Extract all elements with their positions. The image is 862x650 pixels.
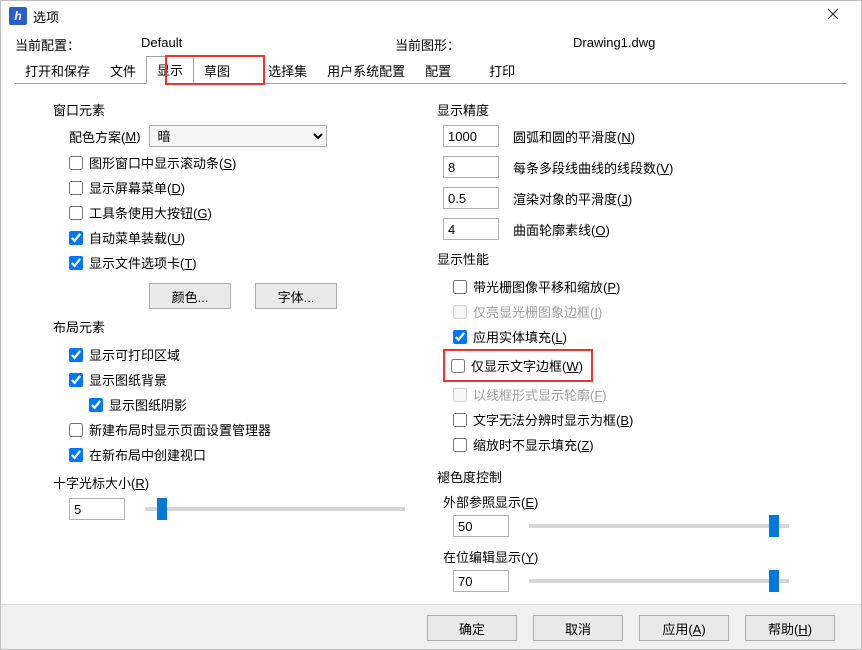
fade-label: 褪色度控制 bbox=[437, 467, 847, 486]
apply-button[interactable]: 应用(A) bbox=[639, 615, 729, 641]
crosshair-label: 十字光标大小(R) bbox=[53, 473, 425, 492]
close-button[interactable] bbox=[813, 2, 853, 30]
drawing-value: Drawing1.dwg bbox=[573, 35, 827, 54]
cb-file-tabs[interactable]: 显示文件选项卡(T) bbox=[69, 250, 425, 275]
xref-label: 外部参照显示(E) bbox=[443, 492, 847, 511]
tab-config[interactable]: 配置 bbox=[415, 58, 461, 84]
cb-text-frame[interactable]: 仅显示文字边框(W) bbox=[451, 353, 583, 378]
tab-selection[interactable]: 选择集 bbox=[258, 58, 317, 84]
cb-layout-vp[interactable]: 在新布局中创建视口 bbox=[69, 442, 425, 467]
crosshair-slider[interactable] bbox=[145, 507, 405, 511]
cb-layout-bg[interactable]: 显示图纸背景 bbox=[69, 367, 425, 392]
help-button[interactable]: 帮助(H) bbox=[745, 615, 835, 641]
inplace-input[interactable] bbox=[453, 570, 509, 592]
cb-layout-mgr[interactable]: 新建布局时显示页面设置管理器 bbox=[69, 417, 425, 442]
cb-wire-frame: 以线框形式显示轮廓(F) bbox=[453, 382, 847, 407]
cb-auto-menu[interactable]: 自动菜单装载(U) bbox=[69, 225, 425, 250]
colors-button[interactable]: 颜色... bbox=[149, 283, 231, 309]
crosshair-input[interactable] bbox=[69, 498, 125, 520]
tab-user[interactable]: 用户系统配置 bbox=[317, 58, 415, 84]
tab-print[interactable]: 打印 bbox=[479, 58, 525, 84]
cb-raster-frame: 仅亮显光栅图象边框(I) bbox=[453, 299, 847, 324]
tab-open-save[interactable]: 打开和保存 bbox=[15, 58, 100, 84]
cb-large-buttons[interactable]: 工具条使用大按钮(G) bbox=[69, 200, 425, 225]
surface-contour-label: 曲面轮廓素线(O) bbox=[513, 220, 610, 239]
polyline-seg-input[interactable] bbox=[443, 156, 499, 178]
render-smooth-input[interactable] bbox=[443, 187, 499, 209]
perf-label: 显示性能 bbox=[437, 249, 847, 268]
arc-smooth-input[interactable] bbox=[443, 125, 499, 147]
fonts-button[interactable]: 字体... bbox=[255, 283, 337, 309]
config-value: Default bbox=[141, 35, 395, 54]
tab-file[interactable]: 文件 bbox=[100, 58, 146, 84]
drawing-label: 当前图形： bbox=[395, 35, 573, 54]
window-elements-label: 窗口元素 bbox=[53, 100, 425, 119]
inplace-label: 在位编辑显示(Y) bbox=[443, 547, 847, 566]
right-column: 显示精度 圆弧和圆的平滑度(N) 每条多段线曲线的线段数(V) 渲染对象的平滑度… bbox=[437, 94, 847, 592]
arc-smooth-label: 圆弧和圆的平滑度(N) bbox=[513, 127, 635, 146]
footer: 确定 取消 应用(A) 帮助(H) bbox=[1, 604, 861, 649]
surface-contour-input[interactable] bbox=[443, 218, 499, 240]
cb-scrollbar[interactable]: 图形窗口中显示滚动条(S) bbox=[69, 150, 425, 175]
layout-elements-label: 布局元素 bbox=[53, 317, 425, 336]
xref-slider[interactable] bbox=[529, 524, 789, 528]
inplace-slider[interactable] bbox=[529, 579, 789, 583]
header-row: 当前配置： Default 当前图形： Drawing1.dwg bbox=[1, 31, 861, 60]
close-icon bbox=[827, 8, 839, 20]
window-title: 选项 bbox=[33, 7, 813, 26]
ok-button[interactable]: 确定 bbox=[427, 615, 517, 641]
left-column: 窗口元素 配色方案(M) 暗 图形窗口中显示滚动条(S) 显示屏幕菜单(D) 工… bbox=[15, 94, 425, 592]
tab-display[interactable]: 显示 bbox=[146, 56, 194, 84]
xref-input[interactable] bbox=[453, 515, 509, 537]
app-icon: h bbox=[9, 7, 27, 25]
tabs: 打开和保存 文件 显示 草图 选择集 用户系统配置 配置 打印 bbox=[15, 60, 847, 84]
config-label: 当前配置： bbox=[15, 35, 141, 54]
color-scheme-select[interactable]: 暗 bbox=[149, 125, 327, 147]
color-scheme-label: 配色方案(M) bbox=[69, 127, 141, 146]
highlight-text-frame: 仅显示文字边框(W) bbox=[443, 349, 593, 382]
cb-pan-raster[interactable]: 带光栅图像平移和缩放(P) bbox=[453, 274, 847, 299]
polyline-seg-label: 每条多段线曲线的线段数(V) bbox=[513, 158, 673, 177]
cb-layout-print[interactable]: 显示可打印区域 bbox=[69, 342, 425, 367]
cb-text-box[interactable]: 文字无法分辨时显示为框(B) bbox=[453, 407, 847, 432]
cb-solid-fill[interactable]: 应用实体填充(L) bbox=[453, 324, 847, 349]
render-smooth-label: 渲染对象的平滑度(J) bbox=[513, 189, 632, 208]
precision-label: 显示精度 bbox=[437, 100, 847, 119]
tab-draft[interactable]: 草图 bbox=[194, 58, 240, 84]
cancel-button[interactable]: 取消 bbox=[533, 615, 623, 641]
cb-zoom-fill[interactable]: 缩放时不显示填充(Z) bbox=[453, 432, 847, 457]
cb-layout-shadow[interactable]: 显示图纸阴影 bbox=[89, 392, 425, 417]
cb-screen-menu[interactable]: 显示屏幕菜单(D) bbox=[69, 175, 425, 200]
